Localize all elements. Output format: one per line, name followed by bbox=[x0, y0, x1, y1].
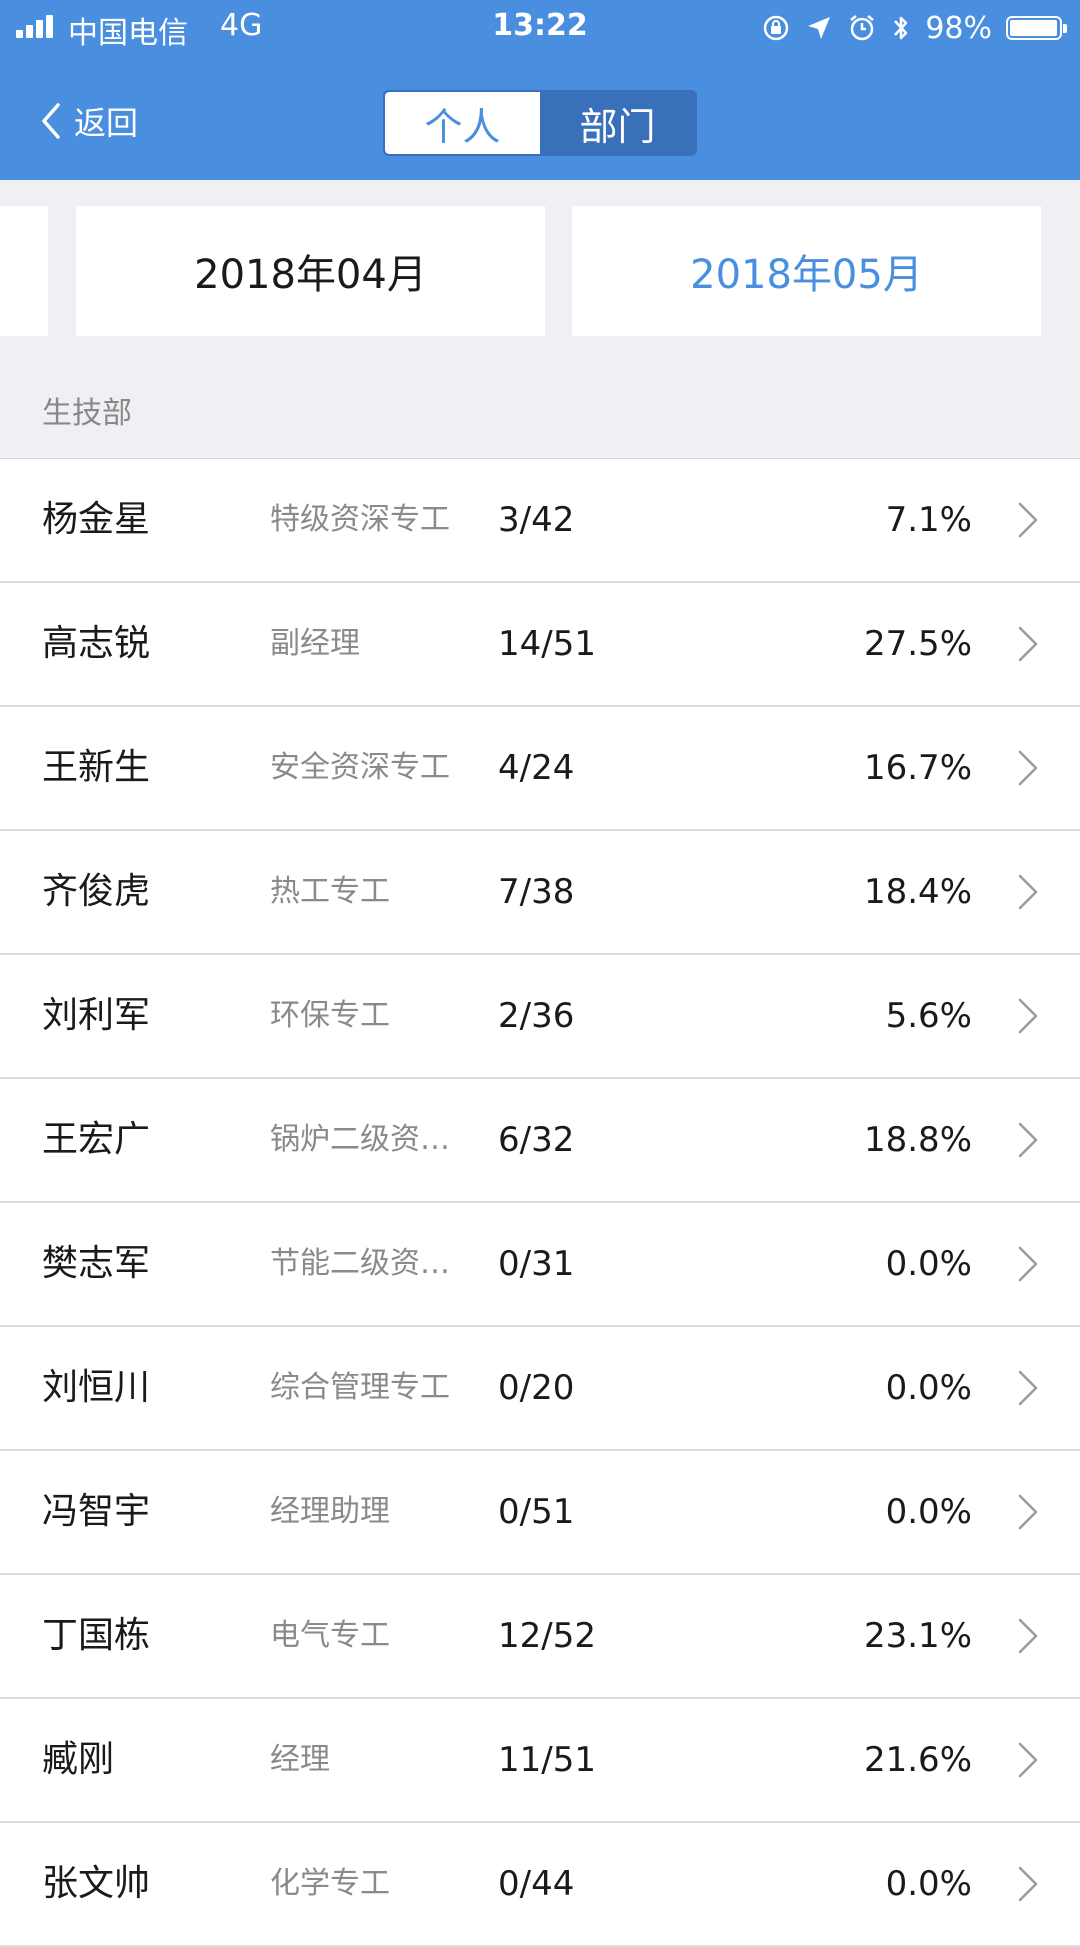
person-title: 热工专工 bbox=[270, 874, 390, 909]
person-title: 经理 bbox=[270, 1742, 330, 1777]
person-title: 安全资深专工 bbox=[270, 750, 450, 785]
person-title: 节能二级资… bbox=[270, 1246, 450, 1281]
alarm-clock-icon bbox=[850, 15, 875, 41]
person-percent: 0.0% bbox=[885, 1492, 972, 1532]
person-ratio: 0/31 bbox=[498, 1244, 575, 1284]
person-ratio: 7/38 bbox=[498, 872, 575, 912]
person-ratio: 12/52 bbox=[498, 1616, 596, 1656]
person-name: 丁国栋 bbox=[42, 1615, 151, 1656]
person-name: 高志锐 bbox=[42, 623, 151, 664]
person-title: 经理助理 bbox=[270, 1494, 390, 1529]
chevron-left-icon bbox=[42, 103, 60, 139]
person-name: 樊志军 bbox=[42, 1243, 151, 1284]
list-item[interactable]: 刘恒川 综合管理专工 0/20 0.0% bbox=[0, 1327, 1080, 1451]
person-percent: 0.0% bbox=[885, 1244, 972, 1284]
chevron-right-icon bbox=[1018, 1742, 1038, 1778]
person-name: 齐俊虎 bbox=[42, 871, 151, 912]
list-item[interactable]: 丁国栋 电气专工 12/52 23.1% bbox=[0, 1575, 1080, 1699]
person-percent: 16.7% bbox=[863, 748, 972, 788]
section-title: 生技部 bbox=[42, 396, 132, 431]
rotation-lock-icon bbox=[764, 15, 789, 41]
back-button[interactable]: 返回 bbox=[40, 96, 138, 146]
person-name: 杨金星 bbox=[42, 499, 151, 540]
bluetooth-icon bbox=[894, 16, 908, 40]
battery-icon bbox=[1006, 16, 1067, 40]
segment-department[interactable]: 部门 bbox=[540, 92, 695, 154]
back-label: 返回 bbox=[74, 104, 139, 142]
status-icons: 98% bbox=[761, 10, 1067, 46]
person-percent: 23.1% bbox=[863, 1616, 972, 1656]
person-percent: 18.8% bbox=[863, 1120, 972, 1160]
person-percent: 21.6% bbox=[863, 1740, 972, 1780]
person-title: 副经理 bbox=[270, 626, 360, 661]
month-card-previous[interactable] bbox=[0, 206, 48, 336]
person-title: 化学专工 bbox=[270, 1866, 390, 1901]
person-title: 特级资深专工 bbox=[270, 502, 450, 537]
person-percent: 27.5% bbox=[863, 624, 972, 664]
person-ratio: 2/36 bbox=[498, 996, 575, 1036]
month-card-april[interactable]: 2018年04月 bbox=[76, 206, 545, 336]
chevron-right-icon bbox=[1018, 1494, 1038, 1530]
chevron-right-icon bbox=[1018, 1618, 1038, 1654]
person-title: 综合管理专工 bbox=[270, 1370, 450, 1405]
list-item[interactable]: 杨金星 特级资深专工 3/42 7.1% bbox=[0, 459, 1080, 583]
person-ratio: 4/24 bbox=[498, 748, 575, 788]
person-title: 锅炉二级资… bbox=[270, 1122, 450, 1157]
chevron-right-icon bbox=[1018, 998, 1038, 1034]
chevron-right-icon bbox=[1018, 502, 1038, 538]
list-item[interactable]: 刘利军 环保专工 2/36 5.6% bbox=[0, 955, 1080, 1079]
person-percent: 5.6% bbox=[885, 996, 972, 1036]
person-name: 臧刚 bbox=[42, 1739, 115, 1780]
person-percent: 18.4% bbox=[863, 872, 972, 912]
person-name: 王新生 bbox=[42, 747, 151, 788]
person-name: 刘恒川 bbox=[42, 1367, 151, 1408]
list-item[interactable]: 王新生 安全资深专工 4/24 16.7% bbox=[0, 707, 1080, 831]
person-ratio: 14/51 bbox=[498, 624, 596, 664]
person-ratio: 0/20 bbox=[498, 1368, 575, 1408]
person-title: 环保专工 bbox=[270, 998, 390, 1033]
list-item[interactable]: 王宏广 锅炉二级资… 6/32 18.8% bbox=[0, 1079, 1080, 1203]
list-item[interactable]: 齐俊虎 热工专工 7/38 18.4% bbox=[0, 831, 1080, 955]
list-item[interactable]: 冯智宇 经理助理 0/51 0.0% bbox=[0, 1451, 1080, 1575]
list-item[interactable]: 臧刚 经理 11/51 21.6% bbox=[0, 1699, 1080, 1823]
person-name: 冯智宇 bbox=[42, 1491, 151, 1532]
person-title: 电气专工 bbox=[270, 1618, 390, 1653]
chevron-right-icon bbox=[1018, 874, 1038, 910]
battery-percent: 98% bbox=[925, 10, 992, 46]
person-name: 张文帅 bbox=[42, 1863, 151, 1904]
top-bar: 中国电信 4G 13:22 98% 返回 个人 部门 bbox=[0, 0, 1080, 180]
segment-personal[interactable]: 个人 bbox=[385, 92, 540, 154]
status-bar: 中国电信 4G 13:22 98% bbox=[0, 0, 1080, 56]
person-percent: 0.0% bbox=[885, 1864, 972, 1904]
person-ratio: 3/42 bbox=[498, 500, 575, 540]
month-selector: 2018年04月 2018年05月 bbox=[0, 180, 1080, 370]
chevron-right-icon bbox=[1018, 1122, 1038, 1158]
chevron-right-icon bbox=[1018, 626, 1038, 662]
person-name: 刘利军 bbox=[42, 995, 151, 1036]
month-card-may-selected[interactable]: 2018年05月 bbox=[572, 206, 1041, 336]
location-arrow-icon bbox=[808, 17, 831, 39]
chevron-right-icon bbox=[1018, 750, 1038, 786]
person-ratio: 11/51 bbox=[498, 1740, 596, 1780]
segmented-control: 个人 部门 bbox=[383, 90, 697, 156]
people-list: 杨金星 特级资深专工 3/42 7.1% 高志锐 副经理 14/51 27.5%… bbox=[0, 458, 1080, 1947]
chevron-right-icon bbox=[1018, 1246, 1038, 1282]
person-ratio: 6/32 bbox=[498, 1120, 575, 1160]
list-item[interactable]: 高志锐 副经理 14/51 27.5% bbox=[0, 583, 1080, 707]
person-name: 王宏广 bbox=[42, 1119, 151, 1160]
chevron-right-icon bbox=[1018, 1370, 1038, 1406]
person-ratio: 0/51 bbox=[498, 1492, 575, 1532]
list-item[interactable]: 樊志军 节能二级资… 0/31 0.0% bbox=[0, 1203, 1080, 1327]
person-ratio: 0/44 bbox=[498, 1864, 575, 1904]
person-percent: 0.0% bbox=[885, 1368, 972, 1408]
list-item[interactable]: 张文帅 化学专工 0/44 0.0% bbox=[0, 1823, 1080, 1947]
person-percent: 7.1% bbox=[885, 500, 972, 540]
chevron-right-icon bbox=[1018, 1866, 1038, 1902]
